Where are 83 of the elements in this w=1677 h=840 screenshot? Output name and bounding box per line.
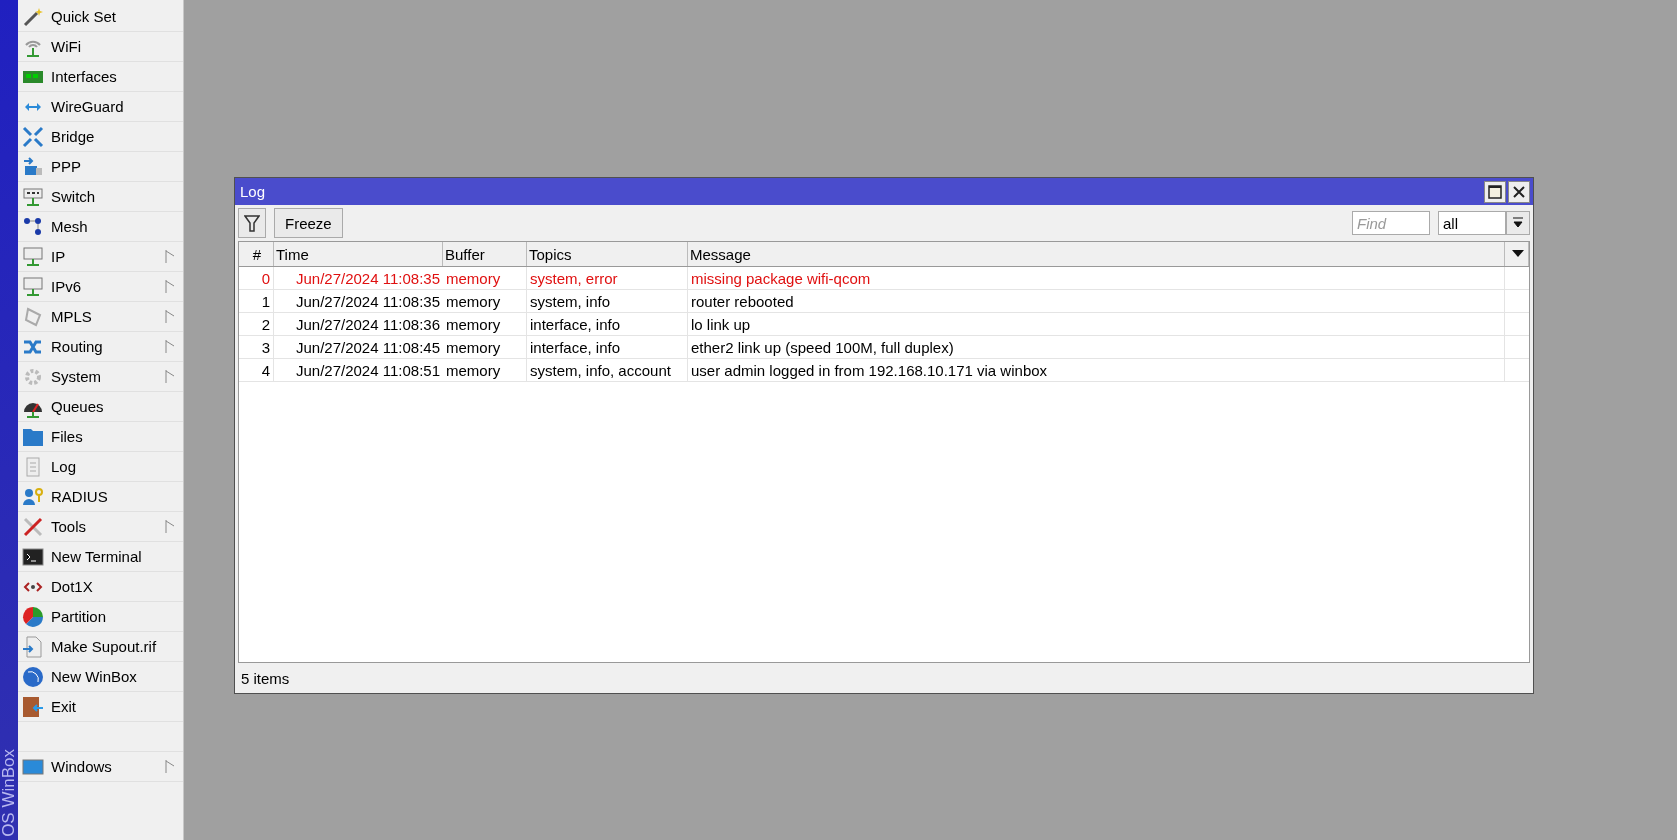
sidebar-item[interactable]: Bridge: [18, 122, 183, 152]
sidebar-item[interactable]: WireGuard: [18, 92, 183, 122]
nodes-icon: [22, 215, 44, 238]
column-header[interactable]: Message: [688, 242, 1505, 266]
sidebar-item[interactable]: Make Supout.rif: [18, 632, 183, 662]
filter-icon: [244, 214, 260, 232]
sidebar-item[interactable]: Interfaces: [18, 62, 183, 92]
table-cell: system, info: [527, 290, 688, 312]
table-cell: memory: [443, 267, 527, 289]
sidebar-item[interactable]: IP: [18, 242, 183, 272]
table-cell-text: Jun/27/2024 11:08:45: [294, 337, 441, 358]
table-cell: memory: [443, 336, 527, 358]
scroll-to-end-icon: [1512, 217, 1524, 229]
table-cell: 3: [239, 336, 274, 358]
column-header[interactable]: Time: [274, 242, 443, 266]
maximize-button[interactable]: [1484, 180, 1506, 203]
sidebar-item[interactable]: Windows: [18, 752, 183, 782]
sidebar-item[interactable]: New Terminal: [18, 542, 183, 572]
find-field[interactable]: Find: [1352, 211, 1430, 235]
bridge-arrows-icon: [22, 125, 44, 148]
sidebar-item[interactable]: Tools: [18, 512, 183, 542]
column-header[interactable]: Topics: [527, 242, 688, 266]
file-arrow-icon: [22, 635, 44, 658]
terminal-icon: [22, 545, 44, 568]
user-key-icon: [22, 485, 44, 508]
pie-chart-icon: [22, 605, 44, 628]
table-cell: memory: [443, 359, 527, 381]
table-cell-text: Jun/27/2024 11:08:35: [294, 268, 441, 289]
table-cell: missing package wifi-qcom: [688, 267, 1505, 289]
sidebar-item[interactable]: RADIUS: [18, 482, 183, 512]
table-cell: interface, info: [527, 336, 688, 358]
sidebar-item[interactable]: Routing: [18, 332, 183, 362]
scroll-down-button[interactable]: [1506, 211, 1530, 235]
caret-icon: [1511, 250, 1524, 258]
table-cell: lo link up: [688, 313, 1505, 335]
window-title: Log: [240, 183, 267, 200]
sidebar-item[interactable]: Log: [18, 452, 183, 482]
table-cell: 1: [239, 290, 274, 312]
sidebar-item[interactable]: Quick Set: [18, 2, 183, 32]
table-cell: 2: [239, 313, 274, 335]
sidebar-item[interactable]: New WinBox: [18, 662, 183, 692]
table-cell: system, info, account: [527, 359, 688, 381]
ppp-icon: [22, 155, 44, 178]
maximize-icon: [1488, 184, 1502, 199]
table-cell-text: Jun/27/2024 11:08:36: [294, 314, 441, 335]
table-cell: memory: [443, 290, 527, 312]
table-cell: system, error: [527, 267, 688, 289]
exit-door-icon: [22, 695, 44, 718]
table-cell: user admin logged in from 192.168.10.171 via winbox: [688, 359, 1505, 381]
globe-icon: [22, 665, 44, 688]
table-cell-text: Jun/27/2024 11:08:35: [294, 291, 441, 312]
sidebar-item[interactable]: System: [18, 362, 183, 392]
tools-icon: [22, 515, 44, 538]
table-cell: 0: [239, 267, 274, 289]
filter-select[interactable]: all: [1438, 211, 1506, 235]
item-count: 5 items: [241, 669, 290, 687]
sidebar-item[interactable]: Files: [18, 422, 183, 452]
sidebar-item[interactable]: Mesh: [18, 212, 183, 242]
freeze-button[interactable]: Freeze: [274, 208, 343, 238]
table-cell: router rebooted: [688, 290, 1505, 312]
column-header[interactable]: #: [239, 242, 274, 266]
sidebar-item[interactable]: Exit: [18, 692, 183, 722]
sidebar-item[interactable]: IPv6: [18, 272, 183, 302]
close-icon: [1512, 184, 1526, 199]
table-cell: ether2 link up (speed 100M, full duplex): [688, 336, 1505, 358]
sidebar-item[interactable]: Dot1X: [18, 572, 183, 602]
switch-icon: [22, 185, 44, 208]
monitor-icon: [22, 245, 44, 268]
filter-button[interactable]: [238, 208, 266, 238]
sidebar-item[interactable]: Queues: [18, 392, 183, 422]
monitor-icon: [22, 275, 44, 298]
sidebar-item[interactable]: Partition: [18, 602, 183, 632]
table-cell: interface, info: [527, 313, 688, 335]
sidebar-item[interactable]: PPP: [18, 152, 183, 182]
sidebar-item[interactable]: MPLS: [18, 302, 183, 332]
close-button[interactable]: [1508, 180, 1530, 203]
column-header[interactable]: Buffer: [443, 242, 527, 266]
sidebar-item[interactable]: WiFi: [18, 32, 183, 62]
sidebar-item[interactable]: Switch: [18, 182, 183, 212]
brand-label: OS WinBox: [1, 749, 17, 837]
table-cell: 4: [239, 359, 274, 381]
table-cell-text: Jun/27/2024 11:08:51: [294, 360, 441, 381]
table-cell: memory: [443, 313, 527, 335]
